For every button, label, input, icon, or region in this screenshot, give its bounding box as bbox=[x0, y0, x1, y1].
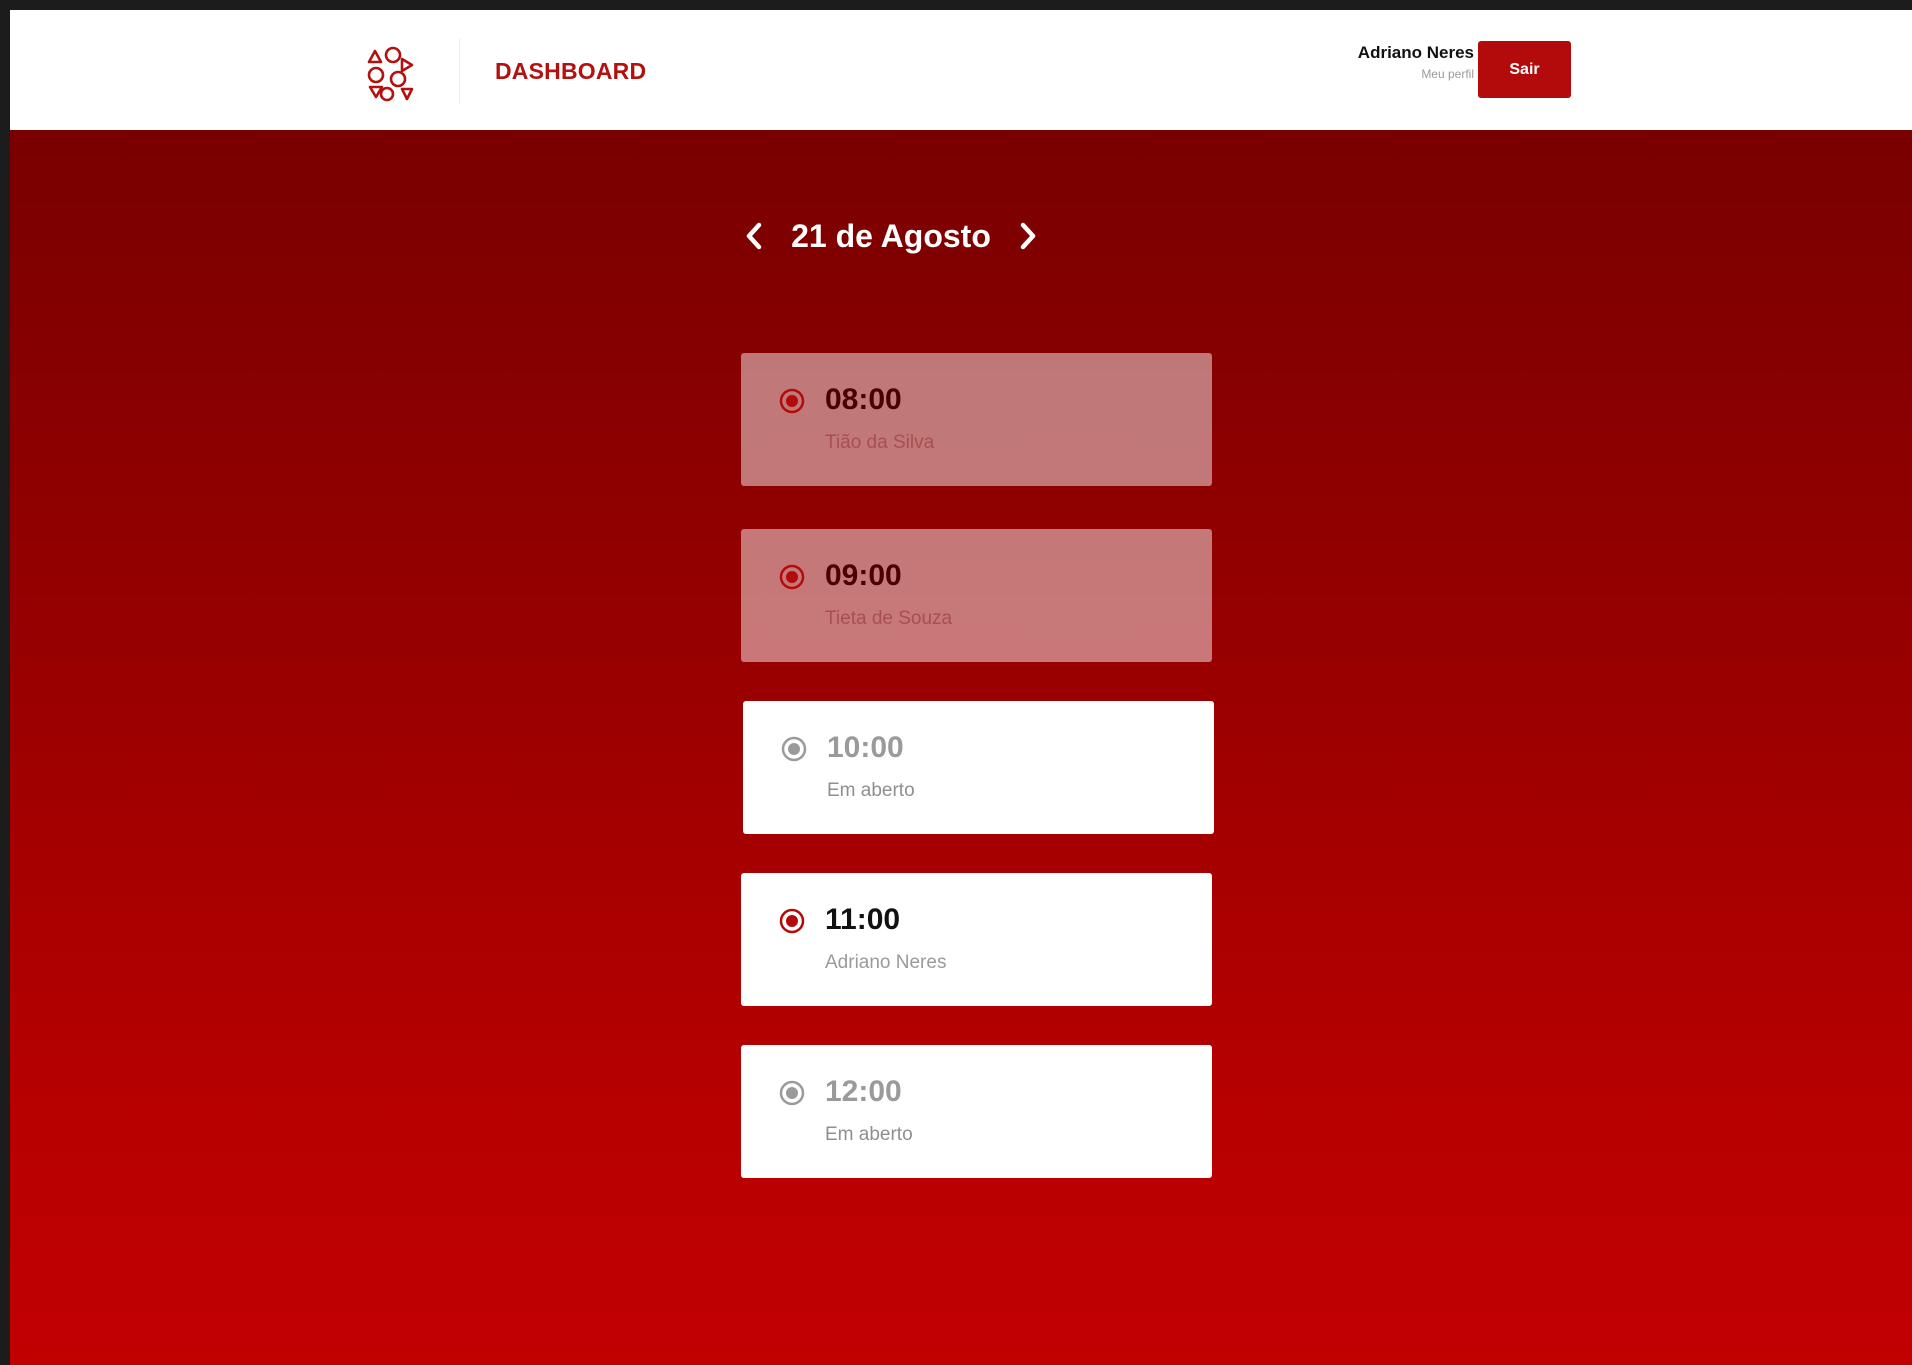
app-frame: DASHBOARD Adriano Neres Meu perfil Sair … bbox=[10, 10, 1912, 1365]
slot-time: 08:00 bbox=[825, 383, 902, 416]
slot-status: Em aberto bbox=[825, 1124, 913, 1145]
chevron-right-icon[interactable] bbox=[1013, 216, 1043, 256]
slot-card-0900[interactable]: 09:00 Tieta de Souza bbox=[741, 529, 1212, 662]
radio-open-icon bbox=[781, 736, 807, 762]
schedule-area: 21 de Agosto 08:00 Tião da Silva 09:00 T… bbox=[10, 130, 1912, 1365]
slot-card-1100[interactable]: 11:00 Adriano Neres bbox=[741, 873, 1212, 1006]
brand-logo-icon[interactable] bbox=[362, 45, 424, 107]
user-block: Adriano Neres Meu perfil bbox=[1358, 42, 1474, 84]
slot-status: Em aberto bbox=[827, 780, 915, 801]
date-label: 21 de Agosto bbox=[791, 217, 991, 254]
slot-client-name: Tieta de Souza bbox=[825, 608, 953, 629]
logout-button[interactable]: Sair bbox=[1478, 41, 1571, 98]
dashboard-title[interactable]: DASHBOARD bbox=[495, 58, 646, 85]
slot-card-1000[interactable]: 10:00 Em aberto bbox=[743, 701, 1214, 834]
topbar-divider bbox=[459, 38, 460, 104]
slot-time: 10:00 bbox=[827, 731, 904, 764]
radio-selected-icon bbox=[779, 564, 805, 590]
date-navigator: 21 de Agosto bbox=[10, 216, 1912, 260]
radio-open-icon bbox=[779, 1080, 805, 1106]
slot-time: 11:00 bbox=[825, 903, 901, 936]
slot-client-name: Tião da Silva bbox=[825, 432, 935, 453]
user-name: Adriano Neres bbox=[1357, 43, 1474, 62]
chevron-left-icon[interactable] bbox=[739, 216, 769, 256]
slot-client-name: Adriano Neres bbox=[825, 952, 947, 973]
slot-time: 09:00 bbox=[825, 559, 902, 592]
profile-link[interactable]: Meu perfil bbox=[1358, 64, 1474, 84]
slot-time: 12:00 bbox=[825, 1075, 902, 1108]
top-bar: DASHBOARD Adriano Neres Meu perfil Sair bbox=[10, 10, 1912, 130]
radio-selected-icon bbox=[779, 388, 805, 414]
radio-selected-icon bbox=[779, 908, 805, 934]
slot-card-0800[interactable]: 08:00 Tião da Silva bbox=[741, 353, 1212, 486]
slot-card-1200[interactable]: 12:00 Em aberto bbox=[741, 1045, 1212, 1178]
